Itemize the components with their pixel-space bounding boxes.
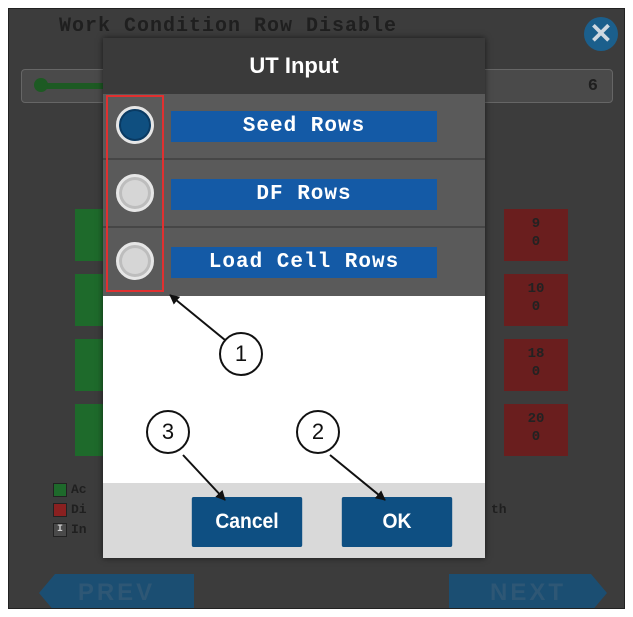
arrow-2	[329, 454, 386, 501]
callout-2: 2	[296, 410, 340, 454]
arrow-3	[182, 454, 226, 501]
callout-3: 3	[146, 410, 190, 454]
callout-arrows	[169, 294, 386, 501]
arrow-1	[169, 294, 226, 341]
callout-1: 1	[219, 332, 263, 376]
